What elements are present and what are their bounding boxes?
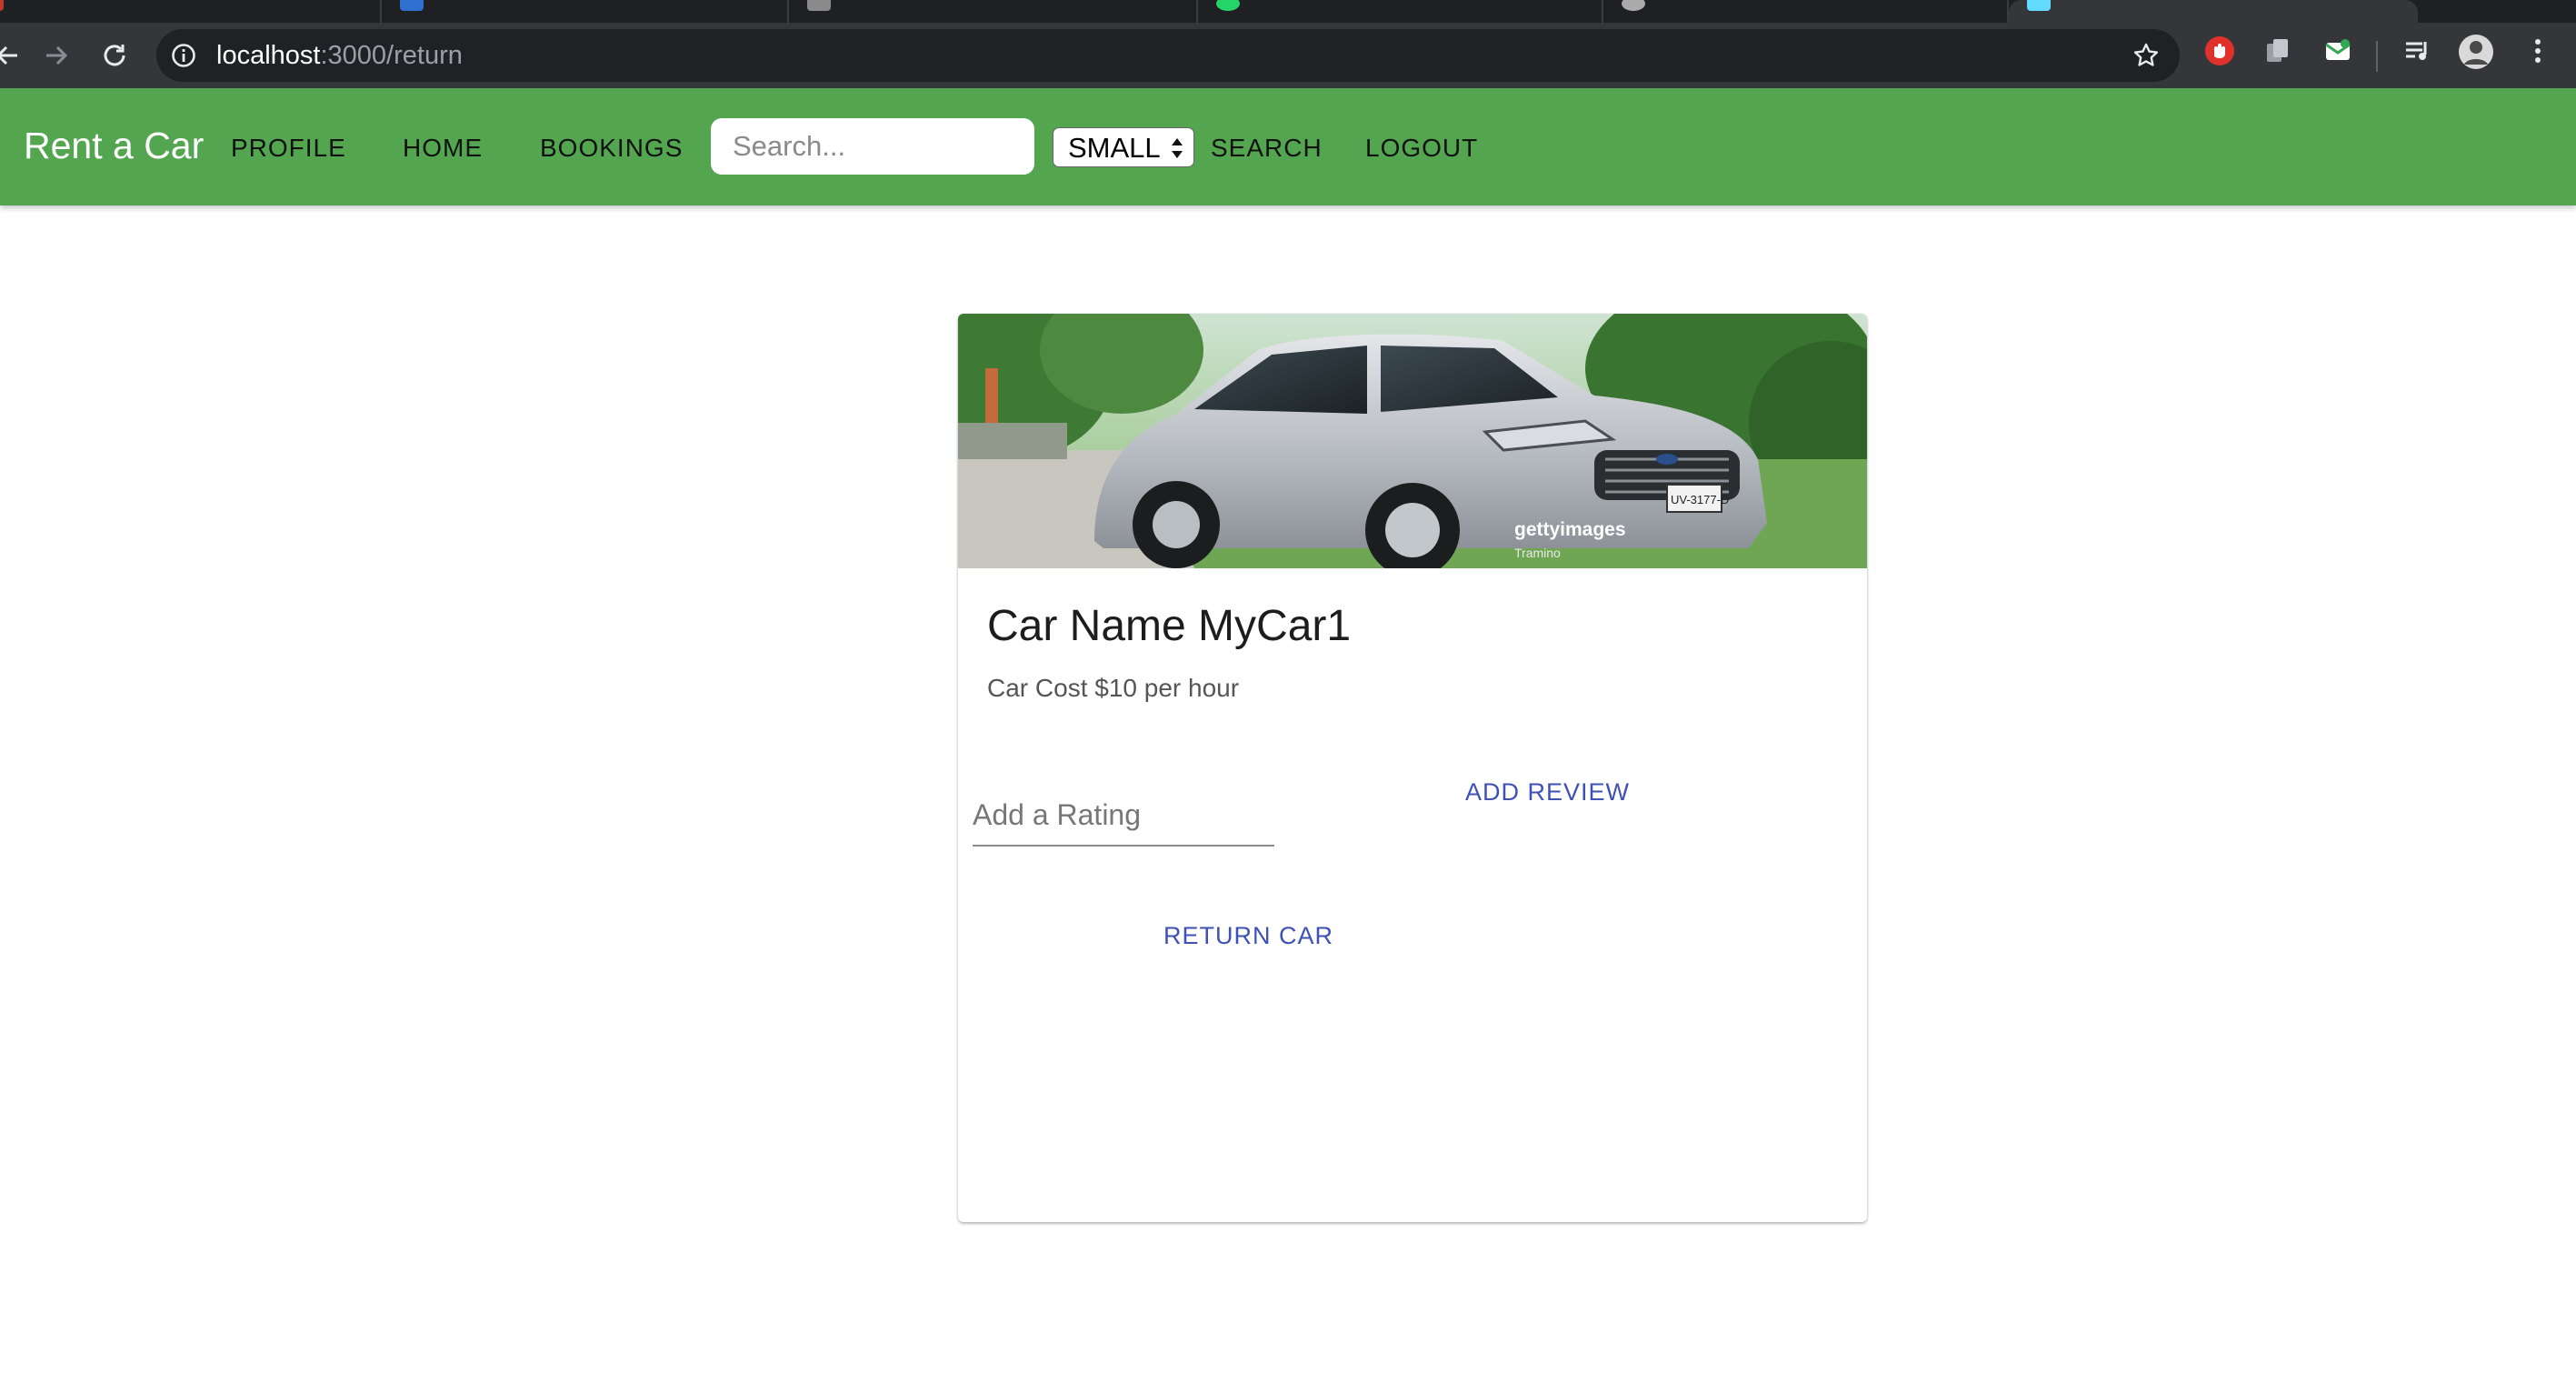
search-input[interactable] bbox=[711, 118, 1034, 175]
tab-favicon-icon bbox=[400, 0, 424, 11]
car-name: Car Name MyCar1 bbox=[987, 602, 1352, 650]
avatar[interactable] bbox=[2458, 34, 2494, 70]
browser-tab[interactable] bbox=[789, 0, 1198, 23]
browser-tab[interactable] bbox=[0, 0, 382, 23]
address-bar[interactable]: localhost:3000/return bbox=[156, 29, 2180, 82]
app-navbar: Rent a Car PROFILE HOME BOOKINGS SMALL S… bbox=[0, 88, 2576, 205]
logout-button[interactable]: LOGOUT bbox=[1365, 134, 1478, 163]
nav-bookings-link[interactable]: BOOKINGS bbox=[540, 134, 683, 163]
image-credit: Tramino bbox=[1514, 546, 1561, 560]
whatsapp-icon bbox=[1216, 0, 1240, 11]
info-icon[interactable] bbox=[171, 43, 196, 68]
toolbar-divider bbox=[2376, 41, 2378, 72]
browser-toolbar: localhost:3000/return bbox=[0, 23, 2576, 88]
url-host: localhost bbox=[216, 41, 321, 70]
arrow-left-icon bbox=[0, 45, 17, 65]
more-vertical-icon[interactable] bbox=[2521, 35, 2554, 67]
car-card: UV-3177-D gettyimages Tramino Car Name M… bbox=[958, 314, 1867, 1222]
car-image: UV-3177-D gettyimages Tramino bbox=[958, 314, 1867, 568]
copy-extension-icon[interactable] bbox=[2261, 35, 2294, 67]
size-select[interactable]: SMALL bbox=[1053, 127, 1194, 167]
size-select-value: SMALL bbox=[1068, 132, 1161, 164]
url-text[interactable]: localhost:3000/return bbox=[216, 41, 463, 70]
reload-icon bbox=[104, 45, 125, 66]
browser-tab-strip bbox=[0, 0, 2576, 23]
url-path: :3000/return bbox=[320, 41, 463, 70]
media-queue-icon[interactable] bbox=[2401, 35, 2434, 67]
add-review-button[interactable]: ADD REVIEW bbox=[1465, 777, 1630, 807]
adblock-extension-icon[interactable] bbox=[2203, 35, 2236, 67]
browser-tab[interactable] bbox=[1603, 0, 2009, 23]
reload-button[interactable] bbox=[95, 35, 135, 75]
nav-home-link[interactable]: HOME bbox=[403, 134, 483, 163]
browser-tab[interactable] bbox=[382, 0, 789, 23]
mail-extension-icon[interactable] bbox=[2321, 35, 2354, 67]
select-arrows-icon bbox=[1172, 138, 1183, 158]
forward-button[interactable] bbox=[36, 35, 76, 75]
return-car-button[interactable]: RETURN CAR bbox=[1163, 921, 1333, 950]
browser-tab[interactable] bbox=[2418, 0, 2576, 23]
react-icon bbox=[2027, 0, 2051, 11]
search-button[interactable]: SEARCH bbox=[1211, 134, 1323, 163]
brand-title[interactable]: Rent a Car bbox=[24, 125, 204, 166]
bookmark-star-icon[interactable] bbox=[2132, 42, 2160, 69]
image-watermark: gettyimages bbox=[1514, 519, 1626, 540]
browser-tab[interactable] bbox=[1198, 0, 1603, 23]
tab-favicon-icon bbox=[0, 0, 4, 11]
rating-input[interactable] bbox=[973, 785, 1274, 847]
nav-profile-link[interactable]: PROFILE bbox=[231, 134, 346, 163]
arrow-right-icon bbox=[46, 45, 68, 65]
license-plate-text: UV-3177-D bbox=[1671, 493, 1729, 506]
back-button[interactable] bbox=[0, 35, 27, 75]
tab-favicon-icon bbox=[807, 0, 831, 11]
car-cost: Car Cost $10 per hour bbox=[987, 674, 1240, 702]
tab-favicon-icon bbox=[1622, 0, 1645, 11]
browser-tab-active[interactable] bbox=[2009, 0, 2418, 23]
